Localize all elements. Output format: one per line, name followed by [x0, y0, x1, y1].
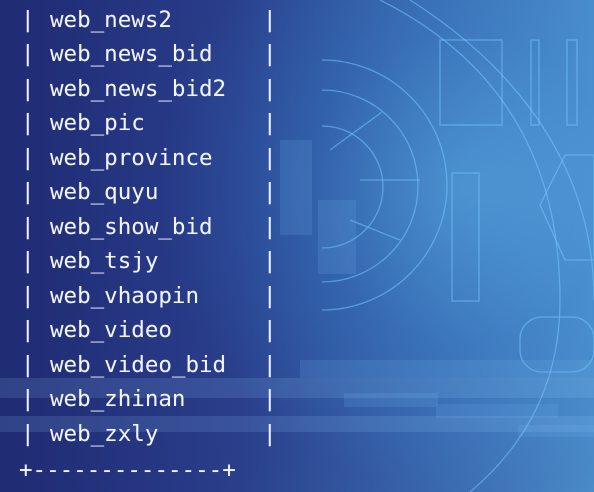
table-cell: web_zxly — [50, 421, 159, 447]
table-pipe-left: | — [21, 7, 35, 33]
table-row: | web_province | — [21, 143, 277, 173]
table-cell: web_show_bid — [50, 214, 213, 240]
table-pipe-right: | — [263, 421, 277, 447]
table-pipe-left: | — [21, 317, 35, 343]
table-pipe-left: | — [21, 283, 35, 309]
table-pipe-left: | — [21, 179, 35, 205]
table-pipe-left: | — [21, 248, 35, 274]
table-pipe-left: | — [21, 145, 35, 171]
table-bottom-border: +--------------+ — [19, 457, 236, 483]
table-pipe-right: | — [263, 352, 277, 378]
table-pipe-right: | — [263, 76, 277, 102]
table-pipe-right: | — [263, 317, 277, 343]
table-cell: web_vhaopin — [50, 283, 200, 309]
table-pipe-left: | — [21, 214, 35, 240]
table-pipe-left: | — [21, 110, 35, 136]
table-cell: web_news2 — [50, 7, 172, 33]
table-row: | web_zxly | — [21, 419, 277, 449]
table-pipe-left: | — [21, 352, 35, 378]
table-pipe-right: | — [263, 179, 277, 205]
table-row: | web_news_bid2 | — [21, 74, 277, 104]
table-row: | web_news2 | — [21, 5, 277, 35]
table-pipe-right: | — [263, 386, 277, 412]
table-row: | web_video_bid | — [21, 350, 277, 380]
terminal-screen: | web_news2 | | web_news_bid | | web_new… — [0, 0, 594, 492]
table-pipe-right: | — [263, 110, 277, 136]
table-row: | web_zhinan | — [21, 384, 277, 414]
table-pipe-right: | — [263, 41, 277, 67]
table-cell: web_pic — [50, 110, 145, 136]
table-pipe-right: | — [263, 283, 277, 309]
table-cell: web_news_bid — [50, 41, 213, 67]
table-row: | web_pic | — [21, 108, 277, 138]
table-cell: web_news_bid2 — [50, 76, 227, 102]
table-pipe-left: | — [21, 41, 35, 67]
table-row: | web_vhaopin | — [21, 281, 277, 311]
table-cell: web_video_bid — [50, 352, 227, 378]
table-row: | web_news_bid | — [21, 39, 277, 69]
table-pipe-right: | — [263, 214, 277, 240]
table-pipe-right: | — [263, 248, 277, 274]
table-pipe-left: | — [21, 386, 35, 412]
table-pipe-right: | — [263, 145, 277, 171]
table-pipe-left: | — [21, 421, 35, 447]
table-row: | web_tsjy | — [21, 246, 277, 276]
mysql-table-output: | web_news2 | | web_news_bid | | web_new… — [0, 0, 594, 492]
table-row: | web_video | — [21, 315, 277, 345]
table-pipe-left: | — [21, 76, 35, 102]
table-cell: web_tsjy — [50, 248, 159, 274]
table-cell: web_video — [50, 317, 172, 343]
table-pipe-right: | — [263, 7, 277, 33]
table-cell: web_province — [50, 145, 213, 171]
table-cell: web_quyu — [50, 179, 159, 205]
table-row: | web_show_bid | — [21, 212, 277, 242]
table-row: | web_quyu | — [21, 177, 277, 207]
table-cell: web_zhinan — [50, 386, 186, 412]
